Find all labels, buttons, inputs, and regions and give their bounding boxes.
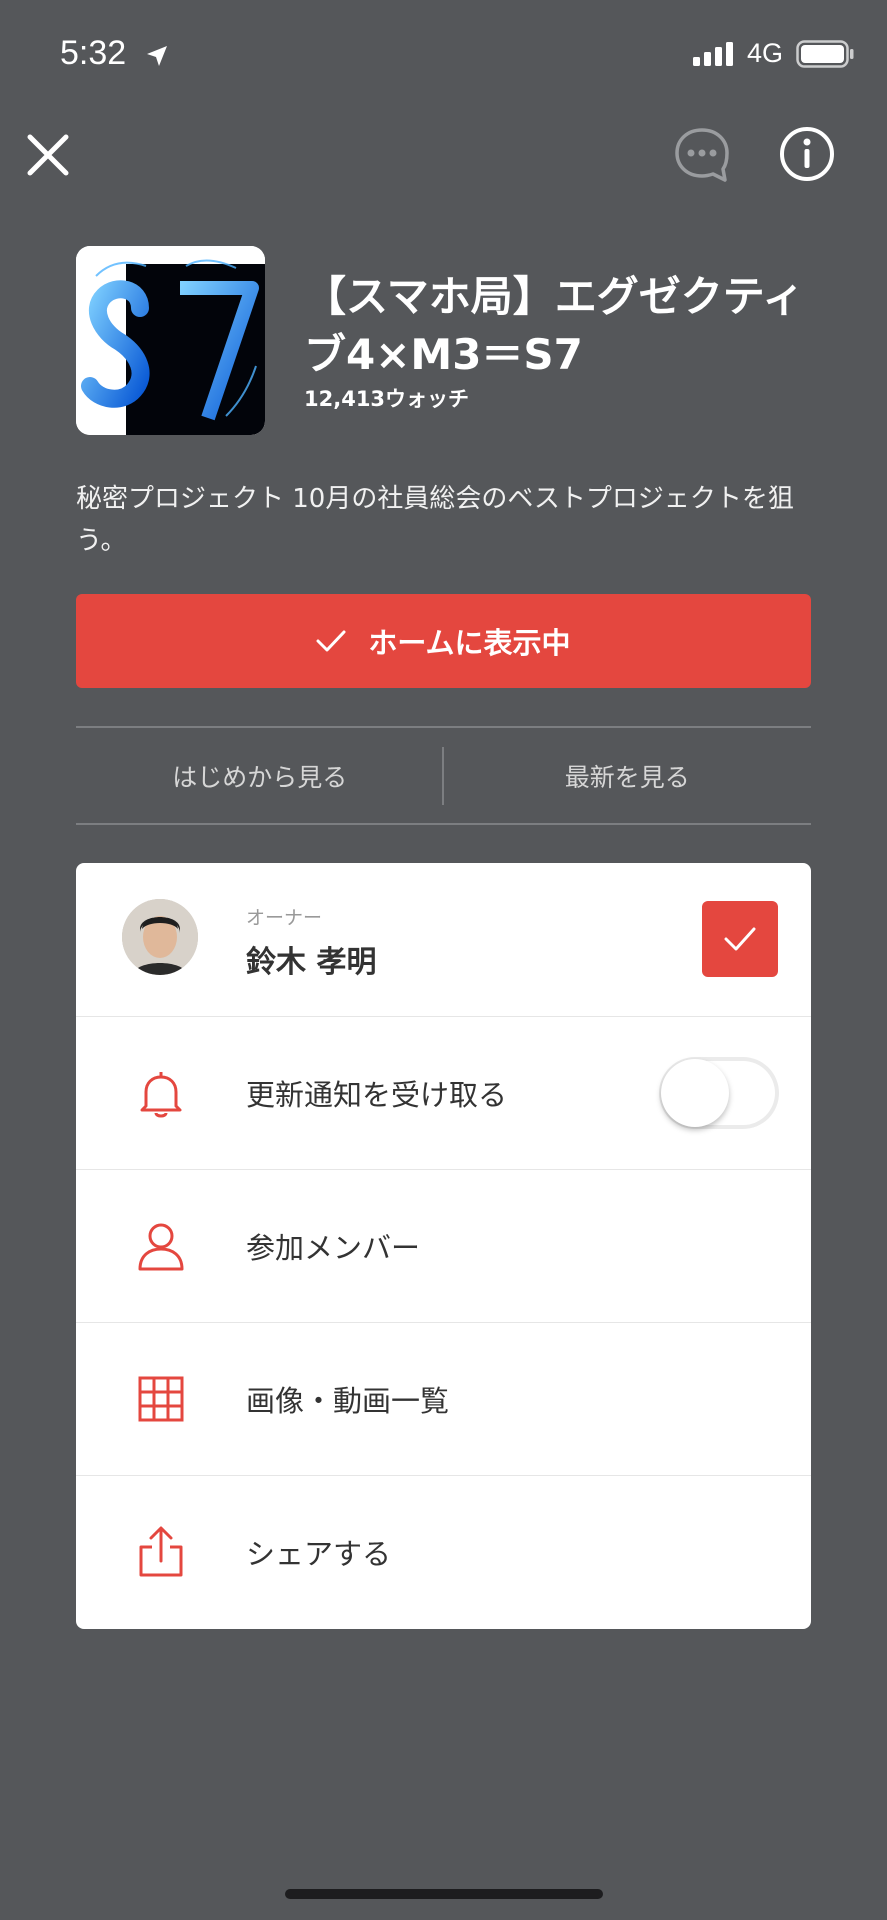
owner-caption: オーナー [246,907,323,929]
media-row[interactable]: 画像・動画一覧 [76,1322,811,1476]
media-label: 画像・動画一覧 [246,1383,450,1418]
location-arrow-icon [147,46,167,66]
owner-name: 鈴木 孝明 [246,945,377,980]
check-icon [316,630,346,652]
home-indicator[interactable] [285,1889,603,1899]
bell-icon [134,1066,188,1120]
divider [76,823,811,825]
toggle-knob [661,1059,729,1127]
share-icon [134,1525,188,1579]
share-row[interactable]: シェアする [76,1475,811,1628]
share-label: シェアする [246,1536,392,1571]
status-time: 5:32 [60,34,127,72]
show-on-home-button[interactable]: ホームに表示中 [76,594,811,688]
group-menu-card: オーナー 鈴木 孝明 更新通知を受け取る 参加メンバー 画像・動画一覧 シェアす… [76,863,811,1629]
show-on-home-label: ホームに表示中 [368,626,571,660]
grid-icon [134,1372,188,1426]
watch-count: 12,413ウォッチ [304,387,470,411]
network-type: 4G [747,38,784,68]
view-from-start-link[interactable]: はじめから見る [76,729,444,823]
battery-icon [796,40,854,68]
check-icon [724,927,756,951]
members-row[interactable]: 参加メンバー [76,1169,811,1323]
group-avatar [76,246,265,435]
person-icon [134,1219,188,1273]
close-icon[interactable] [26,133,70,177]
owner-avatar [122,899,198,975]
info-icon[interactable] [778,125,836,183]
divider [442,747,444,805]
chat-icon[interactable] [673,126,731,184]
group-title: 【スマホ局】エグゼクティブ4×M3＝S7 [304,272,805,379]
members-label: 参加メンバー [246,1230,421,1265]
owner-checkbox[interactable] [702,901,778,977]
divider [76,726,811,728]
group-description: 秘密プロジェクト 10月の社員総会のベストプロジェクトを狙う。 [76,484,794,556]
signal-icon [693,42,733,66]
notify-label: 更新通知を受け取る [246,1077,508,1112]
notify-row: 更新通知を受け取る [76,1016,811,1170]
owner-row[interactable]: オーナー 鈴木 孝明 [76,863,811,1017]
notify-toggle[interactable] [659,1057,779,1129]
view-latest-link[interactable]: 最新を見る [444,729,812,823]
